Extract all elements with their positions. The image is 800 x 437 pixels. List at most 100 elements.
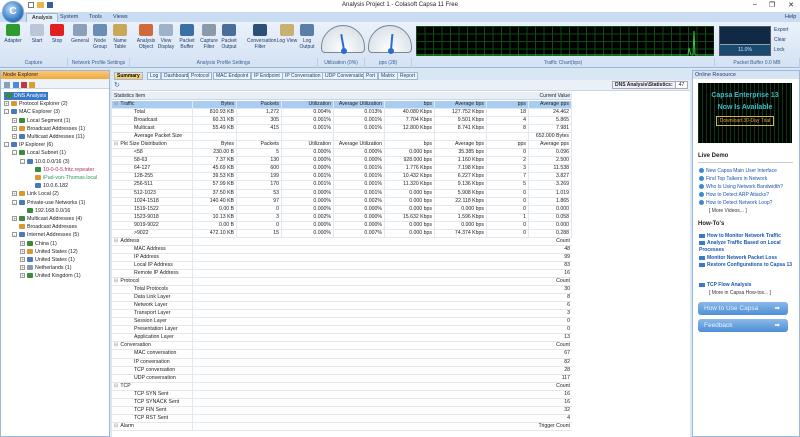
expand-icon[interactable]: + [12,191,17,197]
video-link[interactable]: Find Top Talkers in Network [699,176,767,182]
table-row[interactable]: 9019-9022 0.00 B 0 0.000% 0.000% 0.000 bps 0.0… [112,221,572,230]
refresh-icon[interactable]: ↻ [114,81,120,89]
table-row[interactable]: Broadcast 60.31 KB 305 0.001% 0.001% 7.704 Kb… [112,117,572,126]
table-row[interactable]: 1523-9018 10.13 KB 3 0.002% 0.000% 15.632 Kbp… [112,213,572,222]
expand-icon[interactable]: + [20,240,25,246]
video-link[interactable]: New Capsa Main User Interface [699,168,777,174]
stop-button[interactable]: Stop [46,24,68,44]
expand-icon[interactable]: + [20,265,25,271]
howto-link[interactable]: Monitor Network Packet Loss [699,255,794,262]
col-statistics-item[interactable]: Statistics Item [114,92,145,100]
view-display-button[interactable]: View Display [155,24,177,50]
tree-node[interactable]: + United States (1) [20,256,75,264]
table-row[interactable]: 64-127 45.69 KB 600 0.000% 0.001% 1.776 Kbps 7… [112,165,572,174]
col-current-value[interactable]: Current Value [540,92,570,100]
tab-mac-endpoint[interactable]: MAC Endpoint [213,72,252,80]
collapse-icon[interactable]: - [4,109,9,115]
node-icon[interactable] [21,82,27,88]
table-row[interactable]: Session Layer 0 [112,318,572,327]
section-row[interactable]: ⊟ TCP Count [112,382,572,391]
general-button[interactable]: General [69,24,91,44]
section-row[interactable]: ⊟ Address Count [112,237,572,246]
minimize-button[interactable]: – [748,1,762,8]
tab-log[interactable]: Log [147,72,162,80]
conversation-filter-button[interactable]: Conversation Filter [247,24,276,50]
table-row[interactable]: 256-511 57.99 KB 170 0.001% 0.001% 11.320 Kbp… [112,181,572,190]
capture-filter-button[interactable]: Capture Filter [198,24,220,50]
table-row[interactable]: Transport Layer 3 [112,310,572,319]
collapse-icon[interactable]: - [12,199,17,205]
save-icon[interactable] [47,2,53,8]
table-row[interactable]: 1519-1522 0.00 B 0 0.000% 0.000% 0.000 bps 0.0… [112,205,572,214]
tree-node[interactable]: + Multicast Addresses (11) [12,133,85,141]
packet-output-button[interactable]: Packet Output [218,24,240,50]
table-row[interactable]: MAC conversation 67 [112,350,572,359]
table-row[interactable]: Multicast 55.49 KB 415 0.001% 0.001% 12.800 K… [112,125,572,134]
download-trial-button[interactable]: Download 30-Day Trial [715,116,775,126]
tab-report[interactable]: Report [397,72,419,80]
packet-buffer-button[interactable]: Packet Buffer [176,24,198,50]
table-row[interactable]: 512-1023 37.50 KB 53 0.000% 0.001% 0.000 bps 5… [112,189,572,198]
tree-node[interactable]: - MAC Explorer (3) [4,108,60,116]
table-row[interactable]: <58 230.00 B 5 0.000% 0.000% 0.000 bps 35.385 … [112,149,572,158]
tree-node[interactable]: - Local Subnet (1) [12,149,66,157]
node-group-button[interactable]: Node Group [89,24,111,50]
clear-button[interactable]: Clear [774,37,786,43]
help-button[interactable]: Help [780,13,800,22]
name-table-button[interactable]: Name Table [109,24,131,50]
collapse-icon[interactable]: - [20,158,25,164]
expand-icon[interactable]: + [12,117,17,123]
tab-ip-conversation[interactable]: IP Conversation [282,72,324,80]
tree-node[interactable]: + United Kingdom (1) [20,272,81,280]
table-row[interactable]: 1024-1518 140.40 KB 97 0.000% 0.002% 0.000 bp… [112,197,572,206]
expand-icon[interactable]: + [20,248,25,254]
video-link[interactable]: How to Detect Network Loop? [699,200,772,206]
menu-tab-views[interactable]: Views [108,13,133,22]
table-row[interactable]: Remote IP Address 16 [112,269,572,279]
tree-node[interactable]: 10.0.6.182 [28,182,68,190]
expand-icon[interactable]: + [20,273,25,279]
tree-node[interactable]: + Local Segment (1) [12,117,70,125]
section-row[interactable]: ⊟ Conversation Count [112,342,572,351]
expand-icon[interactable]: + [12,216,17,222]
expand-icon[interactable]: + [12,134,17,140]
collapse-icon[interactable]: - [12,232,17,238]
maximize-button[interactable]: ❐ [765,1,779,9]
table-row[interactable]: IP conversation 82 [112,358,572,367]
export-button[interactable]: Export [774,27,788,33]
analysis-object-button[interactable]: Analysis Object [135,24,157,50]
table-row[interactable]: 58-63 7.37 KB 130 0.000% 0.000% 928.000 bps 1.… [112,157,572,166]
table-row[interactable]: TCP FIN Sent 32 [112,406,572,415]
menu-tab-tools[interactable]: Tools [84,13,107,22]
log-output-button[interactable]: Log Output [296,24,318,50]
filter-icon[interactable] [13,82,19,88]
table-row[interactable]: Total Protocols 30 [112,286,572,295]
collapse-icon[interactable]: - [4,142,9,148]
tree-node[interactable]: Broadcast Addresses [12,223,77,231]
feedback-button[interactable]: Feedback ➡ [698,319,788,332]
tree-node[interactable]: + Broadcast Addresses (1) [12,125,85,133]
howto-link[interactable]: Restore Configurations to Capsa 13 [699,262,794,269]
tree-node[interactable]: + China (1) [20,240,57,248]
tree-node[interactable]: - Internet Addresses (5) [12,231,79,239]
table-row[interactable]: IP Address 99 [112,253,572,262]
tree-node[interactable]: + United States (12) [20,248,78,256]
section-row[interactable]: ⊟ Traffic Bytes Packets Utilization Average U… [112,101,572,110]
more-howtos-link[interactable]: [ More in Capsa How-tos... ] [709,290,771,296]
tree-node[interactable]: + Multicast Addresses (4) [12,215,82,223]
tree-node[interactable]: 192.168.0.0/16 [20,207,70,215]
video-link[interactable]: How to Detect ARP Attacks? [699,192,769,198]
expand-icon[interactable]: + [12,125,17,131]
table-row[interactable]: TCP conversation 28 [112,366,572,375]
close-button[interactable]: ✕ [784,1,798,9]
table-row[interactable]: MAC Address 48 [112,245,572,254]
lock-button[interactable]: Lock [774,47,785,53]
how-to-use-capsa-button[interactable]: How to Use Capsa ➡ [698,302,788,315]
table-row[interactable]: Average Packet Size 652.000 Bytes [112,133,572,142]
section-row[interactable]: ⊟ Alarm Trigger Count [112,422,572,431]
table-row[interactable]: UDP conversation 117 [112,374,572,383]
howto-link[interactable]: Analyze Traffic Based on Local Processes [699,240,794,254]
tree-node[interactable]: - IP Explorer (6) [4,141,53,149]
expand-icon[interactable]: + [20,257,25,263]
tree-node[interactable]: + Netherlands (1) [20,264,72,272]
